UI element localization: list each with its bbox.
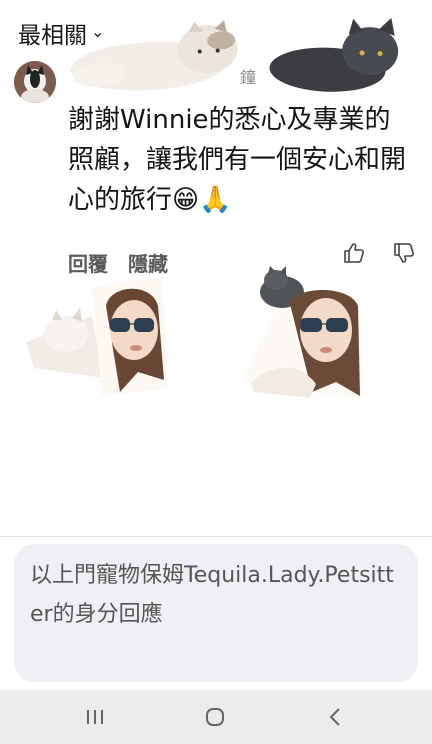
thumbs-up-icon[interactable]: [342, 241, 366, 265]
back-icon[interactable]: [320, 702, 350, 732]
comment-text: 謝謝Winnie的悉心及專業的照顧，讓我們有一個安心和開心的旅行😁🙏: [68, 105, 407, 215]
white-cat-sticker: [56, 17, 250, 99]
sticker-grey-cat-and-woman: [240, 266, 366, 404]
hide-button[interactable]: 隱藏: [128, 248, 168, 277]
sticker-cat-and-woman: [22, 276, 168, 398]
home-icon[interactable]: [200, 702, 230, 732]
thumbs-down-icon[interactable]: [392, 241, 416, 265]
divider: [0, 536, 432, 537]
comment-time: 鐘: [240, 68, 257, 87]
grey-cat-sticker: [265, 12, 408, 99]
avatar[interactable]: [14, 61, 56, 103]
recent-apps-icon[interactable]: [80, 702, 110, 732]
reply-input[interactable]: 以上門寵物保姆Tequila.Lady.Petsitter的身分回應: [14, 544, 418, 682]
comment-actions: 回覆 隱藏: [68, 248, 168, 277]
reply-button[interactable]: 回覆: [68, 248, 108, 277]
system-navigation-bar: [0, 690, 432, 744]
